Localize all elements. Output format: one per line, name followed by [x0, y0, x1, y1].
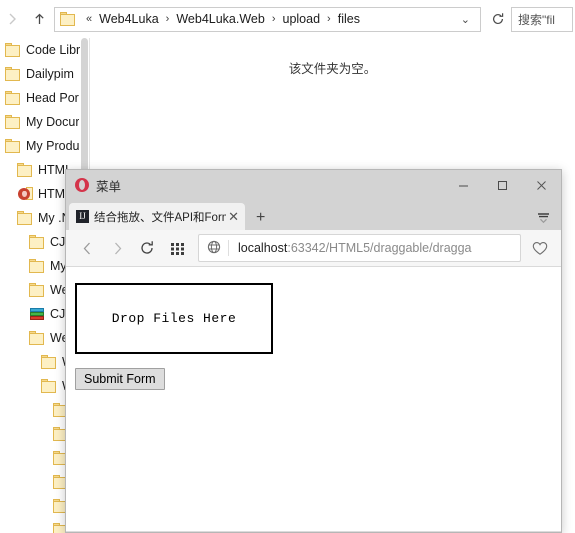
browser-title-bar: 菜单 [66, 170, 561, 200]
tree-item-label: My Produ [26, 139, 80, 153]
opera-browser-window[interactable]: 菜单 IJ 结合拖放、文件API和Form ✕ + localhost:6334… [65, 169, 562, 533]
breadcrumb-item-2[interactable]: upload [281, 11, 323, 27]
browser-toolbar: localhost:63342/HTML5/draggable/dragga [66, 230, 561, 267]
refresh-button[interactable] [485, 6, 511, 32]
folder-icon [5, 139, 21, 153]
file-dropzone[interactable]: Drop Files Here [75, 283, 273, 354]
submit-form-button[interactable]: Submit Form [75, 368, 165, 390]
folder-icon [5, 67, 21, 81]
maven-icon [17, 187, 33, 201]
folder-icon [29, 235, 45, 249]
tab-title: 结合拖放、文件API和Form [94, 211, 227, 224]
tree-item-label: Head Por [26, 91, 79, 105]
browser-menu-button[interactable]: 菜单 [96, 176, 121, 195]
breadcrumb-right-controls: ⌄ [458, 13, 480, 26]
folder-icon [17, 163, 33, 177]
tab-close-icon[interactable]: ✕ [226, 209, 241, 225]
forward-button[interactable] [0, 6, 26, 32]
tree-item[interactable]: Code Libr ^ [0, 38, 89, 62]
address-text: localhost:63342/HTML5/draggable/dragga [238, 241, 520, 255]
breadcrumb-item-3[interactable]: files [336, 11, 362, 27]
folder-icon [5, 91, 21, 105]
page-viewport: Drop Files Here Submit Form [66, 267, 561, 531]
chevron-right-icon[interactable]: › [322, 13, 336, 25]
maximize-button[interactable] [483, 170, 522, 200]
folder-icon [41, 379, 57, 393]
tab-favicon-icon: IJ [76, 210, 89, 223]
browser-back-button[interactable] [72, 233, 102, 263]
breadcrumb[interactable]: « Web4Luka › Web4Luka.Web › upload › fil… [54, 6, 481, 32]
tree-item[interactable]: My Produ [0, 134, 89, 158]
address-bar[interactable]: localhost:63342/HTML5/draggable/dragga [198, 234, 521, 262]
tree-item-label: My Docur [26, 115, 80, 129]
folder-icon [17, 211, 33, 225]
breadcrumb-items: « Web4Luka › Web4Luka.Web › upload › fil… [81, 11, 458, 27]
heart-icon[interactable] [524, 235, 556, 261]
close-button[interactable] [522, 170, 561, 200]
address-path: :63342/HTML5/draggable/dragga [287, 241, 472, 255]
tree-item[interactable]: Head Por [0, 86, 89, 110]
dropzone-label: Drop Files Here [111, 311, 237, 326]
folder-icon [5, 43, 21, 57]
browser-reload-button[interactable] [132, 233, 162, 263]
folder-icon [60, 12, 76, 26]
folder-icon [29, 283, 45, 297]
explorer-address-bar: « Web4Luka › Web4Luka.Web › upload › fil… [0, 0, 575, 38]
tab-menu-icon[interactable] [533, 207, 553, 227]
tree-item-label: Code Libr [26, 43, 81, 57]
new-tab-button[interactable]: + [256, 209, 265, 227]
folder-icon [41, 355, 57, 369]
chevron-right-icon[interactable]: › [267, 13, 281, 25]
tree-item[interactable]: My Docur [0, 110, 89, 134]
browser-forward-button[interactable] [102, 233, 132, 263]
archive-icon [29, 307, 45, 321]
search-placeholder: 搜索"fil [518, 12, 555, 27]
empty-folder-message: 该文件夹为空。 [288, 62, 377, 76]
speed-dial-button[interactable] [162, 233, 192, 263]
folder-icon [29, 259, 45, 273]
search-input[interactable]: 搜索"fil [511, 6, 573, 32]
tree-item[interactable]: Dailypim [0, 62, 89, 86]
browser-tab[interactable]: IJ 结合拖放、文件API和Form ✕ [69, 203, 245, 230]
opera-logo-icon [75, 178, 89, 192]
chevron-down-icon[interactable]: ⌄ [458, 13, 477, 26]
chevron-right-icon[interactable]: › [161, 13, 175, 25]
breadcrumb-item-1[interactable]: Web4Luka.Web [174, 11, 266, 27]
folder-icon [29, 331, 45, 345]
address-host: localhost [238, 241, 288, 255]
globe-icon [207, 240, 221, 257]
breadcrumb-overflow[interactable]: « [81, 13, 97, 25]
minimize-button[interactable] [444, 170, 483, 200]
up-button[interactable] [26, 6, 52, 32]
folder-icon [5, 115, 21, 129]
address-divider [228, 240, 229, 256]
breadcrumb-item-0[interactable]: Web4Luka [97, 11, 161, 27]
browser-tab-bar: IJ 结合拖放、文件API和Form ✕ + [66, 200, 561, 230]
window-controls [444, 170, 561, 200]
tree-item-label: Dailypim [26, 67, 74, 81]
